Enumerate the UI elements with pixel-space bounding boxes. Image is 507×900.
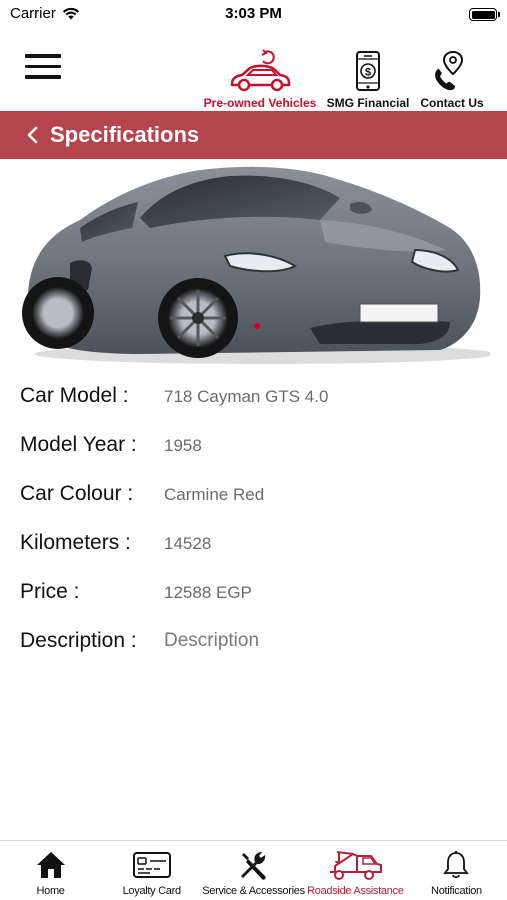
specifications-list: Car Model : 718 Cayman GTS 4.0 Model Yea… [0, 372, 507, 666]
spec-label: Car Colour : [20, 482, 134, 505]
phone-dollar-icon: $ [355, 44, 381, 92]
nav-smg-financial-label: SMG Financial [326, 96, 410, 110]
tab-notification[interactable]: Notification [406, 841, 507, 900]
tab-home[interactable]: Home [0, 841, 101, 900]
bottom-tab-bar: Home Loyalty Card Service & Accessories … [0, 840, 507, 900]
tow-truck-icon [305, 845, 406, 885]
tab-roadside-assistance[interactable]: Roadside Assistance [305, 841, 406, 900]
tab-home-label: Home [36, 885, 65, 897]
tab-service-accessories[interactable]: Service & Accessories [202, 841, 305, 900]
tab-roadside-assistance-label: Roadside Assistance [307, 885, 404, 897]
tab-service-accessories-label: Service & Accessories [202, 885, 305, 897]
phone-location-icon [432, 44, 472, 92]
car-sync-icon [228, 44, 292, 92]
hamburger-menu-button[interactable] [25, 54, 61, 84]
tab-loyalty-card-label: Loyalty Card [122, 885, 181, 897]
nav-pre-owned-vehicles[interactable]: Pre-owned Vehicles [203, 44, 317, 110]
spec-value: Description [164, 630, 260, 651]
chevron-left-icon [27, 126, 38, 144]
tab-notification-label: Notification [431, 885, 482, 897]
tools-icon [202, 845, 305, 885]
nav-smg-financial[interactable]: $ SMG Financial [326, 44, 410, 110]
page-title: Specifications [50, 122, 200, 147]
card-icon [101, 845, 202, 885]
spec-row-car-colour: Car Colour : Carmine Red [0, 470, 507, 519]
svg-text:$: $ [365, 67, 371, 79]
car-image [20, 158, 495, 366]
home-icon [0, 845, 101, 885]
top-nav: Pre-owned Vehicles $ SMG Financial Conta… [0, 38, 507, 110]
spec-value: Carmine Red [164, 485, 265, 504]
spec-row-model-year: Model Year : 1958 [0, 421, 507, 470]
status-bar: Carrier 3:03 PM [0, 0, 507, 30]
spec-value: 1958 [164, 436, 202, 455]
nav-pre-owned-vehicles-label: Pre-owned Vehicles [203, 96, 317, 110]
bell-icon [406, 845, 507, 885]
nav-contact-us[interactable]: Contact Us [418, 44, 486, 110]
back-button[interactable] [26, 111, 46, 159]
spec-row-kilometers: Kilometers : 14528 [0, 519, 507, 568]
spec-value: 718 Cayman GTS 4.0 [164, 387, 329, 406]
spec-row-car-model: Car Model : 718 Cayman GTS 4.0 [0, 372, 507, 421]
nav-contact-us-label: Contact Us [420, 96, 484, 110]
spec-value: 12588 EGP [164, 583, 252, 602]
spec-label: Kilometers : [20, 531, 131, 554]
status-time: 3:03 PM [225, 5, 282, 22]
spec-label: Price : [20, 580, 80, 603]
specifications-header: Specifications [0, 111, 507, 159]
spec-row-description: Description : Description [0, 617, 507, 666]
spec-label: Car Model : [20, 384, 129, 407]
spec-value: 14528 [164, 534, 212, 553]
tab-loyalty-card[interactable]: Loyalty Card [101, 841, 202, 900]
spec-label: Description : [20, 629, 137, 652]
spec-label: Model Year : [20, 433, 137, 456]
battery-icon [469, 8, 500, 21]
spec-row-price: Price : 12588 EGP [0, 568, 507, 617]
